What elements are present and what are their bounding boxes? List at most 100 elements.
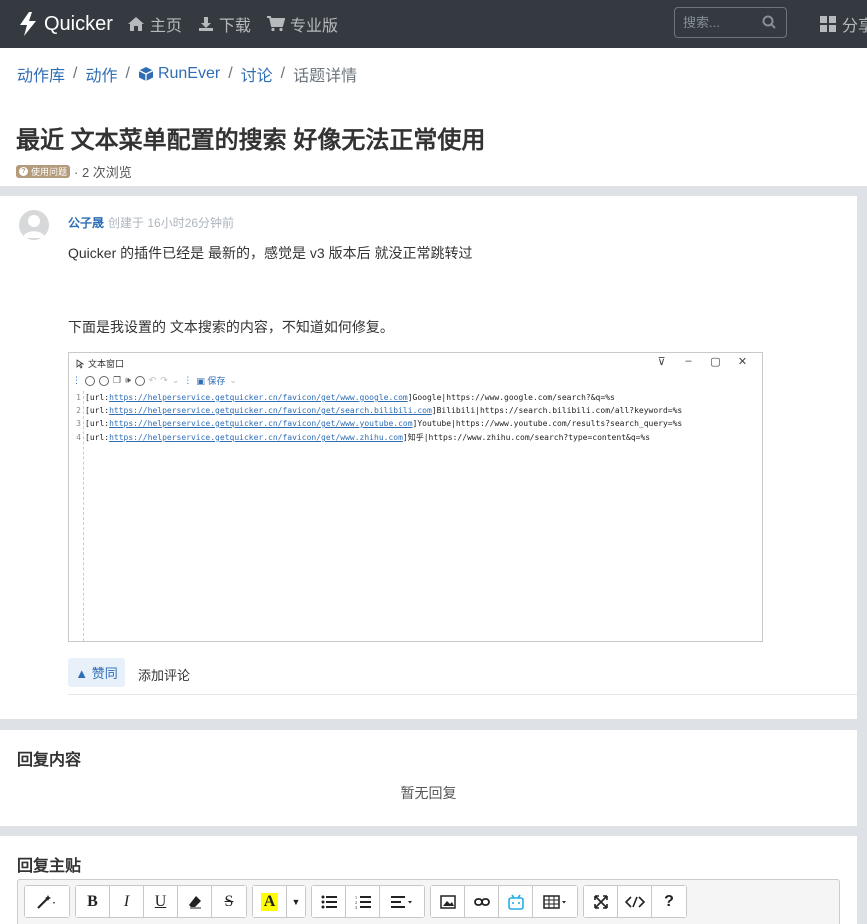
search-icon[interactable] [762, 15, 776, 29]
style-magic-button[interactable] [25, 886, 69, 917]
code-line: 2 [url:https://helperservice.getquicker.c… [71, 406, 682, 415]
code-line: 3 [url:https://helperservice.getquicker.c… [71, 419, 682, 428]
font-color-button[interactable]: A [253, 886, 287, 917]
line-number: 4 [76, 433, 81, 442]
pin-icon: ⊽ [657, 356, 666, 368]
code-prefix: [url: [85, 419, 110, 428]
cursor-icon [76, 358, 84, 369]
code-icon [624, 895, 645, 908]
embedded-screenshot[interactable]: 文本窗口 ⊽ – ▢ ✕ ⋮ ❐ 🕪 ↶ ↷ ⌄ ⋮ ▣ 保存 ⌄ 1 [url:… [68, 352, 763, 642]
code-line: 4 [url:https://helperservice.getquicker.c… [71, 432, 650, 443]
search-input[interactable] [683, 15, 763, 30]
ordered-list-icon: 123 [355, 895, 371, 909]
user-icon [23, 215, 45, 238]
nav-home[interactable]: 主页 [127, 12, 182, 36]
breadcrumb-current: 话题详情 [293, 68, 358, 85]
fullscreen-button[interactable] [584, 886, 618, 917]
cube-icon [138, 67, 154, 81]
question-icon: ? [19, 167, 28, 176]
breadcrumb: 动作库 / 动作 / RunEver / 讨论 / 话题详情 [17, 62, 357, 86]
code-suffix: ]Google|https://www.google.com/search?&q… [407, 393, 615, 402]
breadcrumb-actions[interactable]: 动作 [85, 62, 117, 86]
magic-wand-icon [37, 894, 55, 909]
bullet-list-button[interactable] [312, 886, 346, 917]
ordered-list-button[interactable]: 123 [346, 886, 380, 917]
line-number: 2 [76, 406, 81, 415]
eraser-button[interactable] [178, 886, 212, 917]
code-suffix: ]知乎|https://www.zhihu.com/search?type=co… [402, 433, 651, 442]
bold-button[interactable]: B [76, 886, 110, 917]
insert-link-button[interactable] [465, 886, 499, 917]
code-view-button[interactable] [618, 886, 652, 917]
tv-icon [507, 894, 524, 910]
code-suffix: ]Youtube|https://www.youtube.com/results… [412, 419, 683, 428]
upvote-button[interactable]: ▲ 赞同 [68, 658, 125, 687]
insert-table-button[interactable] [533, 886, 577, 917]
question-mark-icon: ? [664, 892, 674, 910]
rich-text-editor: B I U S A ▼ 123 ? [17, 879, 840, 924]
topic-meta: ? 使用问题 · 2 次浏览 [16, 162, 132, 181]
breadcrumb-runever[interactable]: RunEver [138, 65, 220, 83]
topic-header: 动作库 / 动作 / RunEver / 讨论 / 话题详情 最近 文本菜单配置… [0, 48, 867, 186]
avatar[interactable] [19, 210, 49, 240]
search-box [674, 7, 787, 38]
nav-home-label: 主页 [149, 18, 182, 35]
menu-dots-icon: ⋮ [72, 375, 81, 385]
minimize-icon: – [685, 355, 692, 367]
nav-share[interactable]: 分享 [820, 12, 867, 36]
replies-card: 回复内容 暂无回复 [0, 730, 857, 826]
divider [68, 694, 857, 695]
table-icon [543, 894, 566, 909]
reply-form-title: 回复主贴 [17, 858, 82, 875]
nav-pro-label: 专业版 [289, 18, 338, 35]
shot-save-label: 保存 [207, 376, 226, 386]
replies-title: 回复内容 [17, 752, 82, 769]
editor-toolbar: B I U S A ▼ 123 ? [24, 885, 692, 918]
created-time: 创建于 16小时26分钟前 [108, 216, 235, 230]
image-icon [439, 894, 456, 909]
italic-button[interactable]: I [110, 886, 144, 917]
code-prefix: [url: [85, 393, 110, 402]
shot-window-title: 文本窗口 [76, 357, 124, 370]
strikethrough-button[interactable]: S [212, 886, 246, 917]
expand-icon [593, 894, 608, 909]
help-button[interactable]: ? [652, 886, 686, 917]
zoom-in-icon [85, 375, 95, 386]
shot-window-controls: ⊽ – ▢ ✕ [648, 355, 756, 368]
close-icon: ✕ [737, 356, 748, 368]
zoom-out-icon [99, 375, 109, 386]
align-dropdown-button[interactable] [380, 886, 424, 917]
brand-link[interactable]: Quicker [18, 12, 113, 36]
font-color-dropdown[interactable]: ▼ [287, 886, 305, 917]
align-left-icon [391, 895, 412, 908]
nav-pro[interactable]: 专业版 [266, 12, 338, 36]
page-title: 最近 文本菜单配置的搜索 好像无法正常使用 [16, 127, 486, 154]
category-badge-label: 使用问题 [31, 167, 68, 177]
underline-button[interactable]: U [144, 886, 178, 917]
code-suffix: ]Bilibili|https://search.bilibili.com/al… [431, 406, 683, 415]
insert-bilibili-button[interactable] [499, 886, 533, 917]
home-icon [127, 17, 144, 31]
post-paragraph-1: Quicker 的插件已经是 最新的，感觉是 v3 版本后 就没正常跳转过 [68, 245, 473, 261]
no-replies-text: 暂无回复 [400, 785, 457, 801]
code-link: https://helperservice.getquicker.cn/favi… [109, 393, 408, 402]
insert-image-button[interactable] [431, 886, 465, 917]
breadcrumb-action-library[interactable]: 动作库 [17, 62, 65, 86]
nav-download[interactable]: 下载 [198, 12, 251, 36]
font-color-icon: A [260, 892, 279, 911]
category-badge[interactable]: ? 使用问题 [16, 165, 71, 178]
code-link: https://helperservice.getquicker.cn/favi… [109, 419, 413, 428]
reply-form-card: 回复主贴 B I U S A ▼ 1 2 3 ? [0, 836, 857, 924]
code-link: https://helperservice.getquicker.cn/favi… [109, 406, 432, 415]
add-comment-link[interactable]: 添加评论 [138, 665, 190, 684]
shot-window-title-text: 文本窗口 [88, 359, 125, 369]
post-card: 公子晟 创建于 16小时26分钟前 Quicker 的插件已经是 最新的，感觉是 … [0, 196, 857, 719]
chevron-down-icon-2: ⌄ [229, 375, 237, 385]
author-link[interactable]: 公子晟 [68, 216, 104, 230]
breadcrumb-discussion[interactable]: 讨论 [241, 62, 273, 86]
grid-icon [820, 16, 836, 32]
download-icon [198, 17, 213, 31]
breadcrumb-runever-label: RunEver [157, 65, 221, 82]
caret-down-icon: ▼ [291, 896, 301, 907]
chevron-down-icon: ⌄ [171, 375, 180, 385]
